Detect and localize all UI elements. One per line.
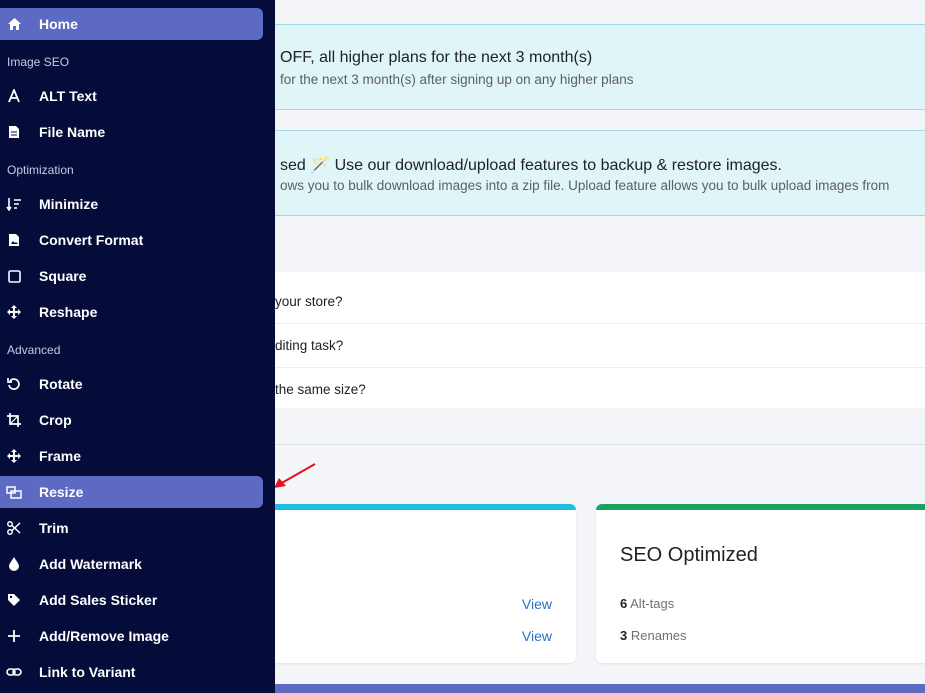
file-icon (6, 124, 22, 140)
section-optimization: Optimization (7, 163, 74, 177)
sidebar-item-trim[interactable]: Trim (0, 512, 263, 544)
view-link[interactable]: View (522, 628, 552, 644)
faq-item[interactable]: your store? (265, 280, 925, 324)
sidebar-item-label: Crop (39, 412, 72, 428)
faq-question: the same size? (275, 382, 366, 397)
promo-banner-subtitle: for the next 3 month(s) after signing up… (280, 72, 634, 87)
promo-banner-title: OFF, all higher plans for the next 3 mon… (280, 49, 593, 66)
move-icon (6, 448, 22, 464)
sort-down-icon (6, 196, 22, 212)
feature-banner-subtitle: ows you to bulk download images into a z… (280, 178, 890, 193)
sidebar-item-add-watermark[interactable]: Add Watermark (0, 548, 263, 580)
sidebar-item-label: Add Sales Sticker (39, 592, 158, 608)
faq-question: diting task? (275, 338, 344, 353)
sidebar-item-label: Square (39, 268, 87, 284)
sidebar-item-crop[interactable]: Crop (0, 404, 263, 436)
card-title: SEO Optimized (620, 544, 758, 566)
sidebar-item-label: Convert Format (39, 232, 144, 248)
square-icon (6, 268, 22, 284)
sidebar-item-minimize[interactable]: Minimize (0, 188, 263, 220)
section-advanced: Advanced (7, 343, 61, 357)
drop-icon (6, 556, 22, 572)
sidebar-item-resize[interactable]: Resize (0, 476, 263, 508)
bottom-bar (265, 684, 925, 693)
sidebar-item-label: File Name (39, 124, 106, 140)
crop-icon (6, 412, 22, 428)
annotation-arrow-icon (274, 463, 316, 488)
sidebar-item-home[interactable]: Home (0, 8, 263, 40)
sidebar: Home Image SEO ALT Text File Name Optimi… (0, 0, 275, 693)
sidebar-item-square[interactable]: Square (0, 260, 263, 292)
move-icon (6, 304, 22, 320)
sidebar-item-label: Add/Remove Image (39, 628, 169, 644)
image-file-icon (6, 232, 22, 248)
seo-optimized-card: SEO Optimized 6 Alt-tags 3 Renames (596, 504, 925, 663)
plus-icon (6, 628, 22, 644)
view-link[interactable]: View (522, 596, 552, 612)
sidebar-item-reshape[interactable]: Reshape (0, 296, 263, 328)
sidebar-item-label: Resize (39, 484, 84, 500)
sidebar-item-convert-format[interactable]: Convert Format (0, 224, 263, 256)
link-icon (6, 664, 22, 680)
sidebar-item-add-remove-image[interactable]: Add/Remove Image (0, 620, 263, 652)
sidebar-item-label: Minimize (39, 196, 99, 212)
faq-question: your store? (275, 294, 343, 309)
sidebar-item-label: Link to Variant (39, 664, 136, 680)
scissors-icon (6, 520, 22, 536)
sidebar-item-add-sales-sticker[interactable]: Add Sales Sticker (0, 584, 263, 616)
faq-list: your store? diting task? the same size? (265, 272, 925, 408)
faq-item[interactable]: diting task? (265, 324, 925, 368)
sidebar-item-label: ALT Text (39, 88, 97, 104)
section-image-seo: Image SEO (7, 55, 70, 69)
resize-icon (6, 484, 22, 500)
sidebar-item-alt-text[interactable]: ALT Text (0, 80, 263, 112)
home-icon (6, 16, 22, 32)
sidebar-item-label: Rotate (39, 376, 83, 392)
feature-banner-title: sed 🪄 Use our download/upload features t… (280, 157, 782, 174)
sidebar-item-label: Home (39, 16, 78, 32)
alt-tags-stat: 6 Alt-tags (620, 596, 675, 611)
renames-stat: 3 Renames (620, 628, 687, 643)
sidebar-item-label: Reshape (39, 304, 98, 320)
stats-card: View View (250, 504, 576, 663)
rotate-icon (6, 376, 22, 392)
faq-item[interactable]: the same size? (265, 368, 925, 412)
sidebar-item-label: Trim (39, 520, 69, 536)
alt-text-icon (6, 88, 22, 104)
sidebar-item-label: Add Watermark (39, 556, 142, 572)
promo-banner: OFF, all higher plans for the next 3 mon… (265, 24, 925, 110)
sidebar-item-label: Frame (39, 448, 82, 464)
sidebar-item-link-to-variant[interactable]: Link to Variant (0, 656, 263, 688)
sidebar-item-frame[interactable]: Frame (0, 440, 263, 472)
feature-banner: sed 🪄 Use our download/upload features t… (265, 130, 925, 216)
sidebar-item-file-name[interactable]: File Name (0, 116, 263, 148)
sidebar-item-rotate[interactable]: Rotate (0, 368, 263, 400)
divider (265, 444, 925, 445)
tag-icon (6, 592, 22, 608)
